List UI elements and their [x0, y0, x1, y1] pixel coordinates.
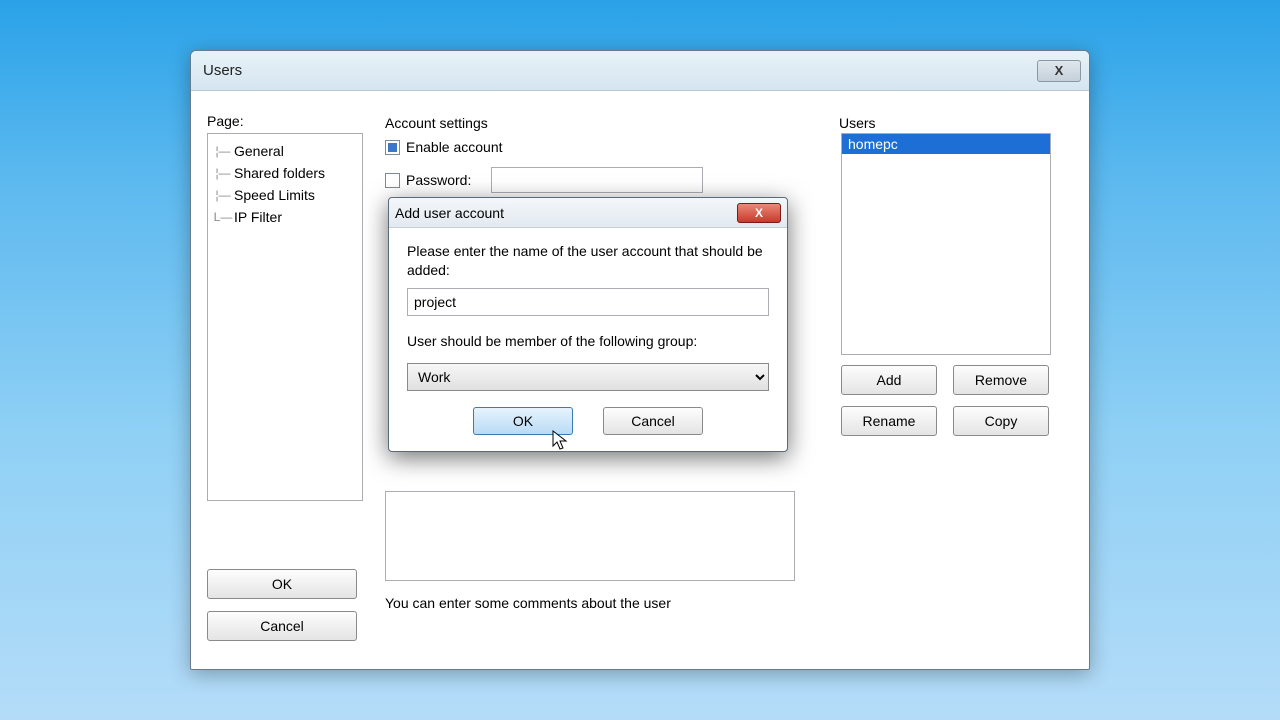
page-label: Page: [207, 113, 244, 129]
users-listbox[interactable]: homepc [841, 133, 1051, 355]
add-user-dialog: Add user account X Please enter the name… [388, 197, 788, 452]
dialog-actions: OK Cancel [407, 407, 769, 435]
remove-button[interactable]: Remove [953, 365, 1049, 395]
tree-item-speed-limits[interactable]: ¦—Speed Limits [212, 184, 358, 206]
dialog-close-button[interactable]: X [737, 203, 781, 223]
enable-account-label: Enable account [406, 139, 503, 155]
dialog-titlebar[interactable]: Add user account X [389, 198, 787, 228]
password-label: Password: [406, 172, 471, 188]
add-button[interactable]: Add [841, 365, 937, 395]
copy-button[interactable]: Copy [953, 406, 1049, 436]
window-title: Users [199, 62, 1037, 79]
comments-hint: You can enter some comments about the us… [385, 595, 671, 611]
dialog-title: Add user account [395, 205, 737, 221]
titlebar[interactable]: Users X [191, 51, 1089, 91]
password-row: Password: [385, 167, 703, 193]
dialog-cancel-button[interactable]: Cancel [603, 407, 703, 435]
enable-account-row[interactable]: Enable account [385, 139, 503, 155]
group-label: User should be member of the following g… [407, 332, 769, 351]
tree-item-shared-folders[interactable]: ¦—Shared folders [212, 162, 358, 184]
dialog-body: Please enter the name of the user accoun… [389, 228, 787, 451]
enable-account-checkbox[interactable] [385, 140, 400, 155]
close-icon: X [755, 206, 763, 220]
tree-item-general[interactable]: ¦—General [212, 140, 358, 162]
username-input[interactable] [407, 288, 769, 316]
tree-item-ip-filter[interactable]: L—IP Filter [212, 206, 358, 228]
account-settings-label: Account settings [385, 115, 488, 131]
close-button[interactable]: X [1037, 60, 1081, 82]
cancel-button[interactable]: Cancel [207, 611, 357, 641]
ok-button[interactable]: OK [207, 569, 357, 599]
password-checkbox[interactable] [385, 173, 400, 188]
page-tree[interactable]: ¦—General ¦—Shared folders ¦—Speed Limit… [207, 133, 363, 501]
close-icon: X [1055, 63, 1064, 78]
password-input[interactable] [491, 167, 703, 193]
comments-textarea[interactable] [385, 491, 795, 581]
rename-button[interactable]: Rename [841, 406, 937, 436]
group-select[interactable]: Work [407, 363, 769, 391]
dialog-ok-button[interactable]: OK [473, 407, 573, 435]
user-item-homepc[interactable]: homepc [842, 134, 1050, 154]
users-list-label: Users [839, 115, 876, 131]
dialog-prompt: Please enter the name of the user accoun… [407, 242, 769, 280]
